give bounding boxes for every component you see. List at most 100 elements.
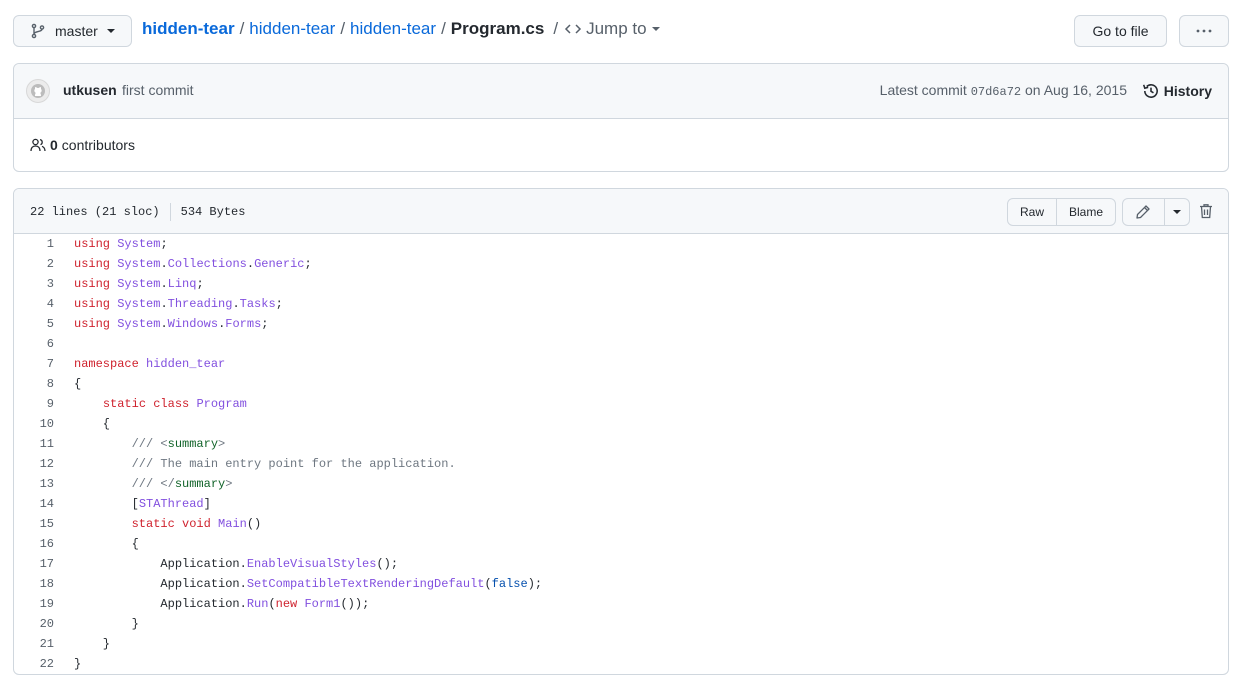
people-icon bbox=[30, 138, 46, 152]
code-content: { bbox=[74, 377, 82, 391]
code-content: using System.Collections.Generic; bbox=[74, 257, 312, 271]
delete-file-button[interactable] bbox=[1199, 203, 1213, 222]
code-line: 13 /// </summary> bbox=[14, 474, 1228, 494]
line-number[interactable]: 10 bbox=[14, 417, 54, 431]
avatar[interactable] bbox=[26, 79, 50, 103]
commit-sha-link[interactable]: 07d6a72 bbox=[971, 85, 1021, 99]
code-content: /// The main entry point for the applica… bbox=[131, 457, 456, 471]
breadcrumb-separator: / bbox=[553, 19, 559, 38]
line-number[interactable]: 16 bbox=[14, 537, 54, 551]
history-link[interactable]: History bbox=[1142, 82, 1212, 100]
code-line: 3 using System.Linq; bbox=[14, 274, 1228, 294]
code-content: { bbox=[74, 537, 139, 551]
code-line: 11 /// <summary> bbox=[14, 434, 1228, 454]
branch-name: master bbox=[55, 23, 98, 39]
file-navigation: master hidden-tear / hidden-tear / hidde… bbox=[13, 15, 1229, 47]
line-number[interactable]: 4 bbox=[14, 297, 54, 311]
branch-selector[interactable]: master bbox=[13, 15, 132, 47]
line-number[interactable]: 20 bbox=[14, 617, 54, 631]
octocat-icon bbox=[31, 84, 45, 98]
code-line: 22} bbox=[14, 654, 1228, 674]
line-number[interactable]: 14 bbox=[14, 497, 54, 511]
code-line: 5 using System.Windows.Forms; bbox=[14, 314, 1228, 334]
blame-button[interactable]: Blame bbox=[1056, 199, 1115, 225]
breadcrumb-repo-link[interactable]: hidden-tear bbox=[142, 19, 235, 39]
chevron-down-icon bbox=[1172, 210, 1181, 214]
breadcrumb-separator: / bbox=[441, 19, 446, 38]
line-number[interactable]: 6 bbox=[14, 337, 54, 351]
code-content: Application.Run(new Form1()); bbox=[74, 597, 370, 611]
line-number[interactable]: 22 bbox=[14, 657, 54, 671]
line-number[interactable]: 8 bbox=[14, 377, 54, 391]
edit-dropdown-button[interactable] bbox=[1163, 199, 1189, 225]
breadcrumb-folder-link[interactable]: hidden-tear bbox=[249, 19, 335, 39]
code-line: 4 using System.Threading.Tasks; bbox=[14, 294, 1228, 314]
kebab-horizontal-icon bbox=[1196, 29, 1212, 33]
file-header: 22 lines (21 sloc) 534 Bytes Raw Blame bbox=[14, 189, 1228, 234]
code-line: 12 /// The main entry point for the appl… bbox=[14, 454, 1228, 474]
code-content: using System.Threading.Tasks; bbox=[74, 297, 283, 311]
line-number[interactable]: 19 bbox=[14, 597, 54, 611]
go-to-file-button[interactable]: Go to file bbox=[1074, 15, 1167, 47]
jump-to-button[interactable]: Jump to bbox=[564, 19, 660, 39]
code-content: { bbox=[74, 417, 111, 431]
contributors-label: contributors bbox=[61, 137, 135, 153]
line-number[interactable]: 17 bbox=[14, 557, 54, 571]
line-number[interactable]: 15 bbox=[14, 517, 54, 531]
raw-blame-group: Raw Blame bbox=[1007, 198, 1117, 226]
edit-file-button[interactable] bbox=[1123, 199, 1164, 225]
code-line: 18 Application.SetCompatibleTextRenderin… bbox=[14, 574, 1228, 594]
line-number[interactable]: 7 bbox=[14, 357, 54, 371]
line-number[interactable]: 13 bbox=[14, 477, 54, 491]
code-content: Application.SetCompatibleTextRenderingDe… bbox=[74, 577, 543, 591]
code-content: using System.Windows.Forms; bbox=[74, 317, 269, 331]
commit-header: utkusen first commit Latest commit 07d6a… bbox=[14, 64, 1228, 119]
breadcrumb-separator: / bbox=[239, 19, 245, 38]
line-number[interactable]: 21 bbox=[14, 637, 54, 651]
code-line: 20 } bbox=[14, 614, 1228, 634]
code-line: 15 static void Main() bbox=[14, 514, 1228, 534]
code-line: 16 { bbox=[14, 534, 1228, 554]
code-line: 8{ bbox=[14, 374, 1228, 394]
breadcrumb-folder-link[interactable]: hidden-tear bbox=[350, 19, 436, 39]
commit-message-link[interactable]: first commit bbox=[122, 82, 194, 98]
code-content: using System; bbox=[74, 237, 168, 251]
code-line: 21 } bbox=[14, 634, 1228, 654]
branch-icon bbox=[31, 23, 45, 39]
commit-author-link[interactable]: utkusen bbox=[63, 82, 117, 98]
breadcrumb-file-name: Program.cs bbox=[450, 19, 545, 38]
latest-commit-meta: Latest commit 07d6a72 on Aug 16, 2015 bbox=[880, 82, 1127, 99]
line-number[interactable]: 1 bbox=[14, 237, 54, 251]
code-line: 1 using System; bbox=[14, 234, 1228, 254]
file-info: 22 lines (21 sloc) 534 Bytes bbox=[30, 203, 245, 221]
line-number[interactable]: 9 bbox=[14, 397, 54, 411]
edit-button-group bbox=[1122, 198, 1190, 226]
line-number[interactable]: 12 bbox=[14, 457, 54, 471]
code-line: 9 static class Program bbox=[14, 394, 1228, 414]
more-options-button[interactable] bbox=[1179, 15, 1229, 47]
code-line: 6 bbox=[14, 334, 1228, 354]
file-info-divider bbox=[169, 203, 171, 221]
line-number[interactable]: 5 bbox=[14, 317, 54, 331]
line-number[interactable]: 2 bbox=[14, 257, 54, 271]
line-number[interactable]: 18 bbox=[14, 577, 54, 591]
jump-to-label: Jump to bbox=[586, 19, 647, 38]
code-content: static class Program bbox=[102, 397, 247, 411]
chevron-down-icon bbox=[106, 29, 115, 33]
history-icon bbox=[1142, 84, 1158, 98]
code-line: 7 namespace hidden_tear bbox=[14, 354, 1228, 374]
contributors-count: 0 bbox=[50, 137, 58, 153]
code-line: 17 Application.EnableVisualStyles(); bbox=[14, 554, 1228, 574]
code-content: /// </summary> bbox=[131, 477, 233, 491]
code-content: using System.Linq; bbox=[74, 277, 204, 291]
file-size: 534 Bytes bbox=[180, 205, 246, 219]
code-content: static void Main() bbox=[131, 517, 262, 531]
raw-button[interactable]: Raw bbox=[1008, 199, 1056, 225]
line-number[interactable]: 3 bbox=[14, 277, 54, 291]
code-icon bbox=[565, 24, 582, 34]
code-content: namespace hidden_tear bbox=[74, 357, 226, 371]
line-number[interactable]: 11 bbox=[14, 437, 54, 451]
contributors-link[interactable]: 0 contributors bbox=[30, 137, 135, 153]
code-view: 1 using System; 2 using System.Collections… bbox=[14, 234, 1228, 674]
chevron-down-icon bbox=[651, 27, 660, 31]
